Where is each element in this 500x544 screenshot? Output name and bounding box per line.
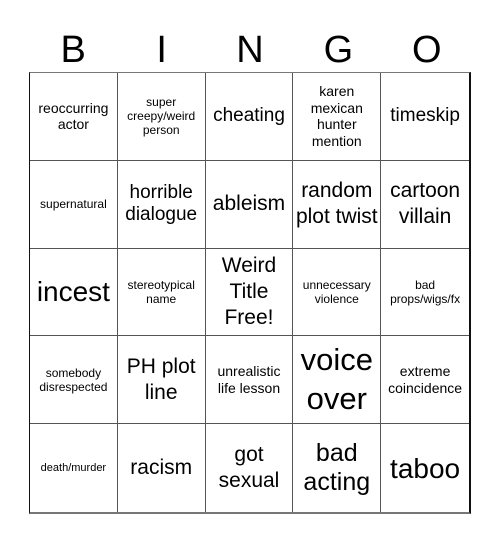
- bingo-cell[interactable]: unnecessary violence: [293, 248, 382, 337]
- bingo-cell[interactable]: cartoon villain: [381, 161, 469, 249]
- bingo-cell[interactable]: unrealistic life lesson: [205, 336, 294, 425]
- bingo-grid: reoccurring actor super creepy/weird per…: [29, 72, 471, 514]
- bingo-cell[interactable]: reoccurring actor: [30, 73, 118, 161]
- bingo-cell[interactable]: super creepy/weird person: [117, 73, 206, 161]
- bingo-cell[interactable]: got sexual: [206, 424, 294, 512]
- free-space-cell[interactable]: Weird Title Free!: [205, 248, 294, 337]
- bingo-cell[interactable]: voice over: [293, 336, 382, 425]
- header-letter-g: G: [323, 29, 354, 71]
- header-letter-i: I: [156, 29, 167, 71]
- bingo-cell[interactable]: horrible dialogue: [117, 160, 206, 249]
- bingo-cell[interactable]: bad props/wigs/fx: [381, 249, 469, 337]
- bingo-cell[interactable]: cheating: [205, 73, 294, 161]
- bingo-cell[interactable]: death/murder: [30, 424, 118, 512]
- bingo-cell[interactable]: stereotypical name: [117, 248, 206, 337]
- bingo-cell[interactable]: incest: [30, 248, 118, 337]
- bingo-cell[interactable]: karen mexican hunter mention: [293, 73, 382, 161]
- header-letter-o: O: [412, 29, 442, 71]
- bingo-cell[interactable]: supernatural: [30, 160, 118, 249]
- header-letter-b: B: [60, 29, 86, 71]
- bingo-cell[interactable]: extreme coincidence: [381, 336, 469, 425]
- bingo-cell[interactable]: random plot twist: [293, 160, 382, 249]
- header-letter-n: N: [236, 29, 264, 71]
- bingo-cell[interactable]: somebody disrespected: [30, 336, 118, 425]
- bingo-cell[interactable]: taboo: [381, 424, 469, 512]
- bingo-cell[interactable]: PH plot line: [117, 336, 206, 425]
- bingo-header: B I N G O: [29, 28, 471, 72]
- bingo-cell[interactable]: ableism: [205, 160, 294, 249]
- bingo-cell[interactable]: bad acting: [293, 424, 382, 512]
- bingo-cell[interactable]: timeskip: [381, 73, 469, 161]
- bingo-cell[interactable]: racism: [118, 424, 206, 512]
